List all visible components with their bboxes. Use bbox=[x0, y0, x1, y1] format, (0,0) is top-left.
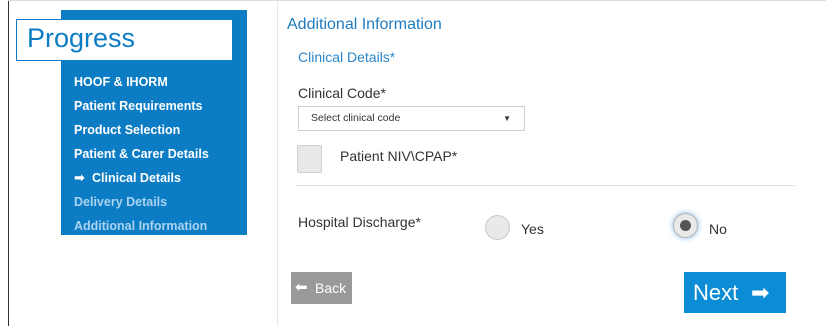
progress-step-label: Delivery Details bbox=[74, 195, 168, 209]
discharge-no-radio[interactable] bbox=[673, 213, 698, 238]
hospital-discharge-label: Hospital Discharge* bbox=[298, 214, 421, 230]
progress-step-patient-carer-details[interactable]: Patient & Carer Details bbox=[74, 145, 209, 169]
radio-selected-dot bbox=[680, 220, 691, 231]
section-title: Additional Information bbox=[287, 16, 442, 33]
niv-cpap-checkbox[interactable] bbox=[297, 145, 322, 173]
back-button-label: Back bbox=[315, 280, 347, 296]
form-divider bbox=[296, 185, 795, 186]
progress-step-label: Patient Requirements bbox=[74, 99, 203, 113]
window-left-border bbox=[8, 0, 9, 326]
progress-step-product-selection[interactable]: Product Selection bbox=[74, 121, 209, 145]
column-divider bbox=[277, 0, 278, 326]
progress-step-delivery-details: Delivery Details bbox=[74, 193, 209, 217]
progress-step-label: Patient & Carer Details bbox=[74, 147, 209, 161]
progress-step-clinical-details[interactable]: ➡ Clinical Details bbox=[74, 169, 209, 193]
discharge-no-label: No bbox=[709, 221, 727, 237]
progress-step-label: Clinical Details bbox=[92, 171, 181, 185]
chevron-down-icon: ▼ bbox=[503, 114, 511, 123]
subsection-title: Clinical Details* bbox=[298, 49, 396, 65]
niv-cpap-label: Patient NIV\CPAP* bbox=[340, 148, 458, 164]
progress-title: Progress bbox=[27, 23, 136, 53]
clinical-code-label: Clinical Code* bbox=[298, 85, 386, 101]
progress-step-label: HOOF & IHORM bbox=[74, 75, 168, 89]
progress-panel: Progress HOOF & IHORM Patient Requiremen… bbox=[16, 10, 247, 235]
progress-step-label: Product Selection bbox=[74, 123, 181, 137]
progress-step-hoof[interactable]: HOOF & IHORM bbox=[74, 73, 209, 97]
back-button[interactable]: ⬅ Back bbox=[291, 272, 352, 304]
progress-header: Progress bbox=[16, 19, 233, 61]
progress-steps: HOOF & IHORM Patient Requirements Produc… bbox=[74, 73, 209, 241]
clinical-code-select[interactable]: Select clinical code ▼ bbox=[298, 106, 525, 131]
discharge-yes-radio[interactable] bbox=[485, 215, 510, 240]
arrow-right-icon: ➡ bbox=[751, 280, 770, 305]
progress-step-patient-requirements[interactable]: Patient Requirements bbox=[74, 97, 209, 121]
clinical-code-value: Select clinical code bbox=[311, 112, 401, 124]
progress-step-label: Additional Information bbox=[74, 219, 208, 233]
progress-step-additional-information: Additional Information bbox=[74, 217, 209, 241]
next-button-label: Next bbox=[693, 280, 739, 305]
window-top-border bbox=[8, 0, 826, 1]
arrow-right-icon: ➡ bbox=[74, 170, 85, 185]
arrow-left-icon: ⬅ bbox=[295, 279, 308, 296]
discharge-yes-label: Yes bbox=[521, 221, 544, 237]
next-button[interactable]: Next ➡ bbox=[684, 272, 786, 313]
